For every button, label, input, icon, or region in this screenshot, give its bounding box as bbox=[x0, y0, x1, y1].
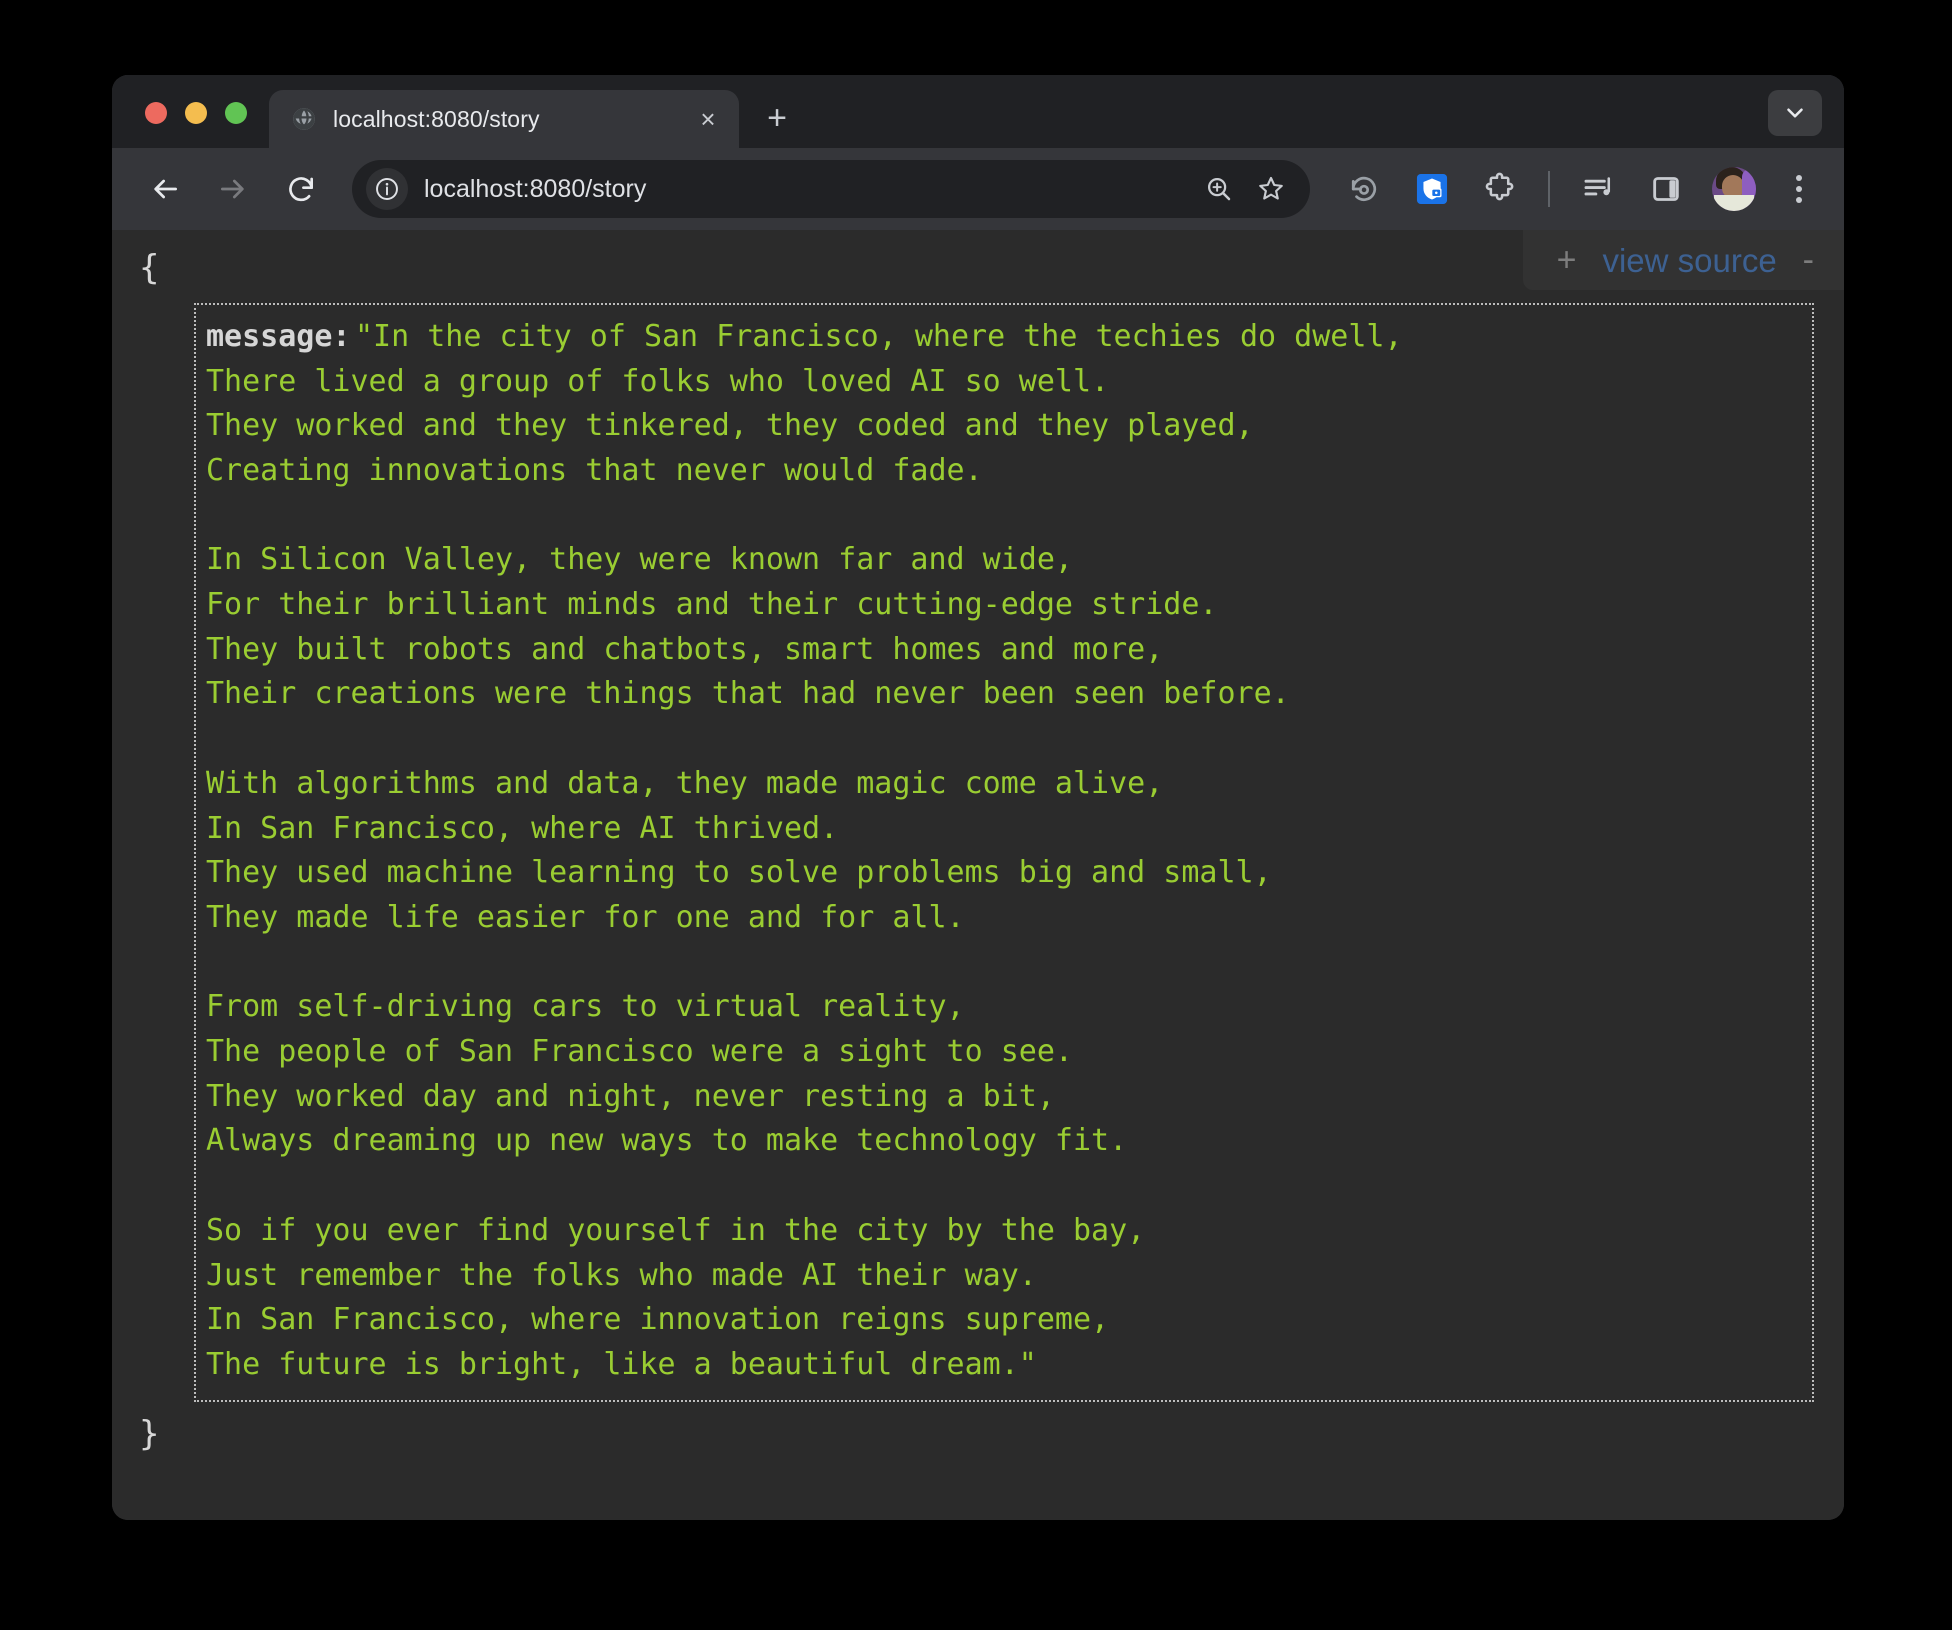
json-close-brace: } bbox=[112, 1414, 1844, 1455]
avatar-body bbox=[1714, 195, 1754, 211]
profile-avatar[interactable] bbox=[1712, 167, 1756, 211]
reload-icon bbox=[285, 173, 317, 205]
tab-search-button[interactable] bbox=[1768, 90, 1822, 136]
reload-button[interactable] bbox=[274, 162, 328, 216]
json-entry-message[interactable]: message: "In the city of San Francisco, … bbox=[194, 303, 1814, 1402]
extensions-button[interactable] bbox=[1475, 164, 1525, 214]
tab-title: localhost:8080/story bbox=[333, 106, 689, 133]
json-key-message: message: bbox=[206, 319, 351, 354]
three-dot-menu-icon bbox=[1796, 175, 1802, 181]
tab-strip: localhost:8080/story × + bbox=[112, 75, 1844, 148]
json-viewer: { message: "In the city of San Francisco… bbox=[112, 230, 1844, 1454]
browser-toolbar: localhost:8080/story bbox=[112, 148, 1844, 230]
toolbar-divider bbox=[1548, 171, 1550, 207]
minimize-window-button[interactable] bbox=[185, 102, 207, 124]
close-window-button[interactable] bbox=[145, 102, 167, 124]
bookmark-button[interactable] bbox=[1248, 166, 1294, 212]
side-panel-icon bbox=[1649, 172, 1683, 206]
maximize-window-button[interactable] bbox=[225, 102, 247, 124]
browser-tab[interactable]: localhost:8080/story × bbox=[269, 90, 739, 148]
three-dot-menu-icon bbox=[1796, 197, 1802, 203]
zoom-button[interactable] bbox=[1196, 166, 1242, 212]
address-bar-url: localhost:8080/story bbox=[424, 175, 1190, 204]
browser-menu-button[interactable] bbox=[1776, 166, 1822, 212]
site-info-button[interactable] bbox=[366, 168, 408, 210]
puzzle-extensions-icon bbox=[1482, 171, 1518, 207]
forward-arrow-icon bbox=[217, 173, 249, 205]
close-tab-button[interactable]: × bbox=[689, 100, 727, 138]
browser-window: localhost:8080/story × + bbox=[112, 75, 1844, 1520]
back-button[interactable] bbox=[138, 162, 192, 216]
shield-lock-extension-icon bbox=[1413, 170, 1451, 208]
history-rewind-icon bbox=[1347, 172, 1381, 206]
star-icon bbox=[1256, 174, 1286, 204]
globe-icon bbox=[291, 106, 317, 132]
security-extension-button[interactable] bbox=[1407, 164, 1457, 214]
three-dot-menu-icon bbox=[1796, 186, 1802, 192]
info-icon bbox=[374, 176, 400, 202]
media-playlist-icon bbox=[1581, 172, 1615, 206]
window-controls bbox=[112, 102, 269, 148]
chevron-down-icon bbox=[1782, 100, 1808, 126]
json-value-message: "In the city of San Francisco, where the… bbox=[206, 319, 1403, 1382]
media-button[interactable] bbox=[1573, 164, 1623, 214]
history-button[interactable] bbox=[1339, 164, 1389, 214]
address-bar[interactable]: localhost:8080/story bbox=[352, 160, 1310, 218]
json-open-brace: { bbox=[112, 248, 1844, 289]
forward-button[interactable] bbox=[206, 162, 260, 216]
new-tab-button[interactable]: + bbox=[753, 94, 801, 142]
back-arrow-icon bbox=[149, 173, 181, 205]
page-viewport: + view source - { message: "In the city … bbox=[112, 230, 1844, 1520]
side-panel-button[interactable] bbox=[1641, 164, 1691, 214]
zoom-in-icon bbox=[1204, 174, 1234, 204]
